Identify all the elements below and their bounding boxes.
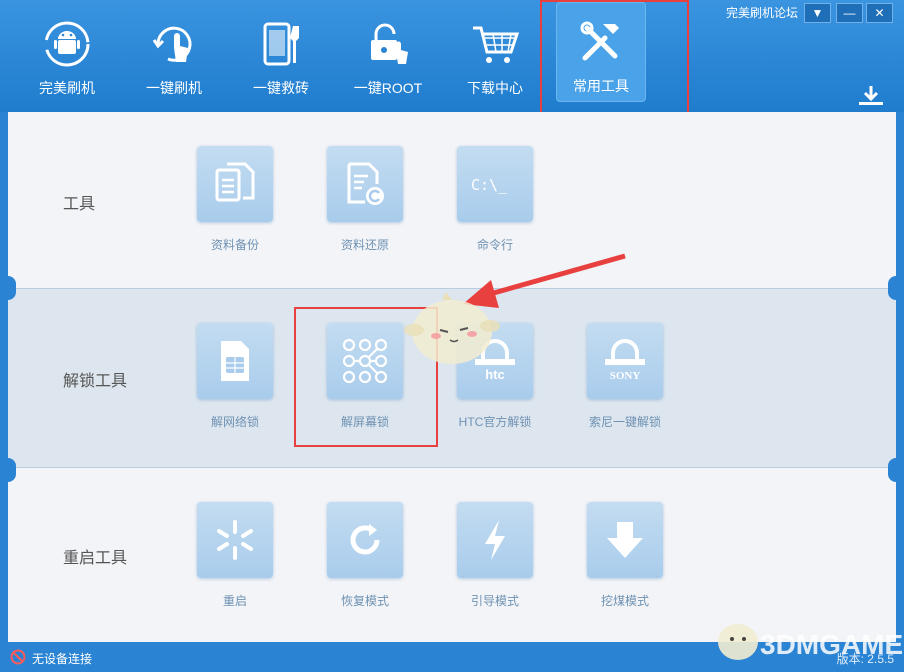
sony-lock-icon: SONY: [605, 339, 645, 382]
side-connector: [888, 276, 904, 300]
tool-tile: [327, 323, 403, 399]
minimize-button[interactable]: —: [836, 3, 863, 23]
tool-tile: [197, 502, 273, 578]
refresh-icon: [350, 524, 380, 555]
side-connector: [0, 458, 16, 482]
top-nav-bar: 完美刷机 一键刷机 一键救砖 一键ROOT 下载中心 常用工具 完美刷机论坛 ▼…: [0, 0, 904, 122]
unlock-tap-icon: [371, 23, 408, 64]
tool-tile: [197, 323, 273, 399]
phone-wrench-icon: [263, 22, 299, 66]
nav-one-click-root[interactable]: 一键ROOT: [338, 4, 438, 104]
tap-refresh-icon: [152, 26, 192, 62]
tool-label: 恢复模式: [340, 594, 389, 608]
document-copy-icon: [215, 162, 255, 202]
tool-data-restore[interactable]: 资料还原: [310, 146, 420, 266]
tool-label: 引导模式: [470, 594, 519, 608]
download-arrow-icon: [607, 522, 643, 558]
tool-tile: [587, 502, 663, 578]
svg-text:C:\_: C:\_: [471, 176, 508, 194]
nav-label: 一键刷机: [146, 80, 202, 96]
nav-label: 一键ROOT: [353, 80, 423, 96]
nav-perfect-flash[interactable]: 完美刷机: [17, 4, 117, 104]
no-device-icon: [10, 649, 26, 665]
nav-label: 一键救砖: [253, 80, 309, 96]
tool-tile: [457, 502, 533, 578]
tool-label: 索尼一键解锁: [588, 415, 661, 429]
tools-panel: 工具 资料备份 资料还原 C:\_ 命令行 解锁工具 解网络锁 解屏幕锁 htc…: [8, 112, 896, 642]
tool-label: 重启: [222, 594, 247, 608]
section-title: 工具: [63, 196, 96, 213]
tool-download-mode[interactable]: 挖煤模式: [570, 502, 680, 622]
tool-label: 资料备份: [210, 238, 259, 252]
tool-tile: [327, 502, 403, 578]
command-line-icon: C:\_: [471, 176, 508, 194]
pattern-lock-icon: [342, 338, 388, 384]
sim-card-icon: [221, 341, 249, 381]
watermark-text: 3DMGAME: [760, 629, 902, 660]
lightning-icon: [485, 520, 505, 560]
nav-one-click-flash[interactable]: 一键刷机: [124, 4, 224, 104]
mascot-image: [404, 292, 500, 364]
nav-download-center[interactable]: 下载中心: [445, 4, 545, 104]
nav-label: 常用工具: [573, 78, 629, 94]
nav-label: 完美刷机: [39, 80, 95, 96]
tool-data-backup[interactable]: 资料备份: [180, 146, 290, 266]
tool-label: 解网络锁: [210, 415, 259, 429]
tool-tile: [327, 146, 403, 222]
tool-bootloader-mode[interactable]: 引导模式: [440, 502, 550, 622]
tools-icon: [580, 21, 619, 61]
nav-common-tools[interactable]: 常用工具: [556, 2, 646, 102]
section-title: 重启工具: [63, 550, 128, 567]
tool-label: 挖煤模式: [600, 594, 649, 608]
spark-icon: [217, 520, 253, 560]
android-refresh-icon: [44, 21, 90, 67]
tool-label: HTC官方解锁: [458, 415, 532, 429]
nav-label: 下载中心: [467, 80, 523, 96]
watermark-logo: 3DMGAME: [718, 624, 902, 660]
download-icon[interactable]: [856, 84, 886, 108]
tool-label: 资料还原: [340, 238, 389, 252]
tool-tile: [197, 146, 273, 222]
svg-text:SONY: SONY: [610, 370, 641, 382]
nav-rescue-brick[interactable]: 一键救砖: [231, 4, 331, 104]
tool-tile: SONY: [587, 323, 663, 399]
tool-command-line[interactable]: C:\_ 命令行: [440, 146, 550, 266]
tool-recovery-mode[interactable]: 恢复模式: [310, 502, 420, 622]
close-button[interactable]: ✕: [866, 3, 893, 23]
section-tools: 工具 资料备份 资料还原 C:\_ 命令行: [8, 112, 896, 288]
tool-sony-unlock[interactable]: SONY 索尼一键解锁: [570, 323, 680, 443]
document-restore-icon: [347, 162, 384, 205]
tool-label: 解屏幕锁: [340, 415, 389, 429]
tool-reboot[interactable]: 重启: [180, 502, 290, 622]
tool-tile: C:\_: [457, 146, 533, 222]
shopping-cart-icon: [473, 26, 520, 63]
device-status: 无设备连接: [32, 652, 93, 666]
dropdown-button[interactable]: ▼: [804, 3, 831, 23]
app-window: 完美刷机 一键刷机 一键救砖 一键ROOT 下载中心 常用工具 完美刷机论坛 ▼…: [0, 0, 904, 672]
side-connector: [0, 276, 16, 300]
tool-network-unlock[interactable]: 解网络锁: [180, 323, 290, 443]
section-title: 解锁工具: [63, 373, 128, 390]
forum-link[interactable]: 完美刷机论坛: [726, 4, 798, 21]
side-connector: [888, 458, 904, 482]
